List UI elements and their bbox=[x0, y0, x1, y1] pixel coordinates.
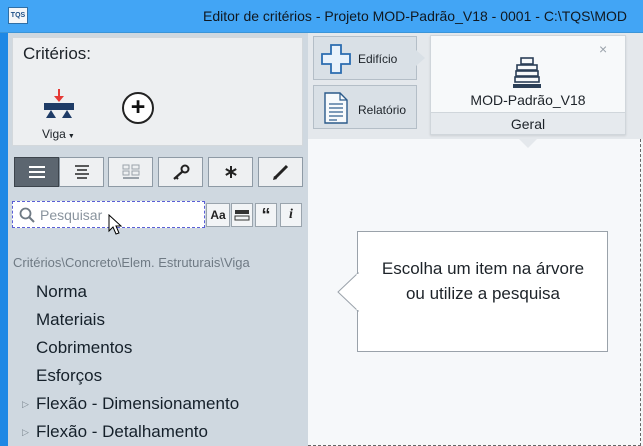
mouse-cursor-icon bbox=[108, 213, 123, 241]
document-icon bbox=[324, 92, 348, 124]
list-icon bbox=[28, 166, 45, 178]
window-title: Editor de critérios - Projeto MOD-Padrão… bbox=[203, 8, 628, 24]
view-grid-button[interactable] bbox=[108, 157, 153, 187]
key-icon bbox=[172, 164, 189, 180]
relatorio-button[interactable]: Relatório bbox=[313, 85, 417, 129]
whole-field-button[interactable] bbox=[231, 203, 253, 227]
search-icon bbox=[19, 207, 35, 223]
callout-pointer bbox=[337, 272, 359, 312]
tree-item-esforcos[interactable]: Esforços bbox=[36, 366, 102, 386]
grid-icon bbox=[122, 164, 139, 179]
info-button[interactable]: i bbox=[280, 203, 302, 227]
viga-label: Viga bbox=[42, 127, 66, 141]
view-detail-button[interactable] bbox=[59, 157, 104, 187]
tree-item-flexao-detalhamento[interactable]: Flexão - Detalhamento bbox=[36, 422, 208, 442]
quote-button[interactable]: “ bbox=[255, 203, 277, 227]
align-lines-icon bbox=[74, 165, 89, 179]
edit-button[interactable] bbox=[258, 157, 303, 187]
project-title: MOD-Padrão_V18 bbox=[470, 92, 586, 108]
tree-item-cobrimentos[interactable]: Cobrimentos bbox=[36, 338, 132, 358]
tree-item-flexao-dimensionamento[interactable]: Flexão - Dimensionamento bbox=[36, 394, 239, 414]
building-icon bbox=[512, 56, 542, 90]
tree-item-norma[interactable]: Norma bbox=[36, 282, 87, 302]
expand-arrow-icon[interactable]: ▷ bbox=[22, 399, 29, 410]
project-subtitle: Geral bbox=[431, 112, 625, 134]
viga-dropdown[interactable]: Viga ▼ bbox=[42, 127, 75, 141]
edificio-button[interactable]: Edifício bbox=[313, 36, 417, 80]
hint-text: Escolha um item na árvore ou utilize a p… bbox=[381, 259, 585, 303]
expand-arrow-icon[interactable]: ▷ bbox=[22, 427, 29, 438]
match-case-button[interactable]: Aa bbox=[206, 203, 230, 227]
app-icon[interactable]: TQS bbox=[8, 7, 28, 24]
selection-pointer bbox=[416, 50, 425, 66]
card-pointer bbox=[519, 139, 537, 148]
pencil-icon bbox=[272, 164, 288, 180]
beam-icon[interactable] bbox=[42, 88, 76, 124]
breadcrumb: Critérios\Concreto\Elem. Estruturais\Vig… bbox=[13, 255, 250, 270]
chevron-down-icon: ▼ bbox=[67, 133, 75, 140]
view-list-button[interactable] bbox=[14, 157, 59, 187]
tree-item-materiais[interactable]: Materiais bbox=[36, 310, 105, 330]
plus-cross-icon bbox=[321, 44, 351, 74]
criteria-heading: Critérios: bbox=[23, 44, 92, 63]
relatorio-label: Relatório bbox=[358, 103, 407, 117]
key-button[interactable] bbox=[158, 157, 203, 187]
add-button[interactable]: + bbox=[122, 92, 154, 124]
asterisk-button[interactable] bbox=[208, 157, 253, 187]
close-icon[interactable]: × bbox=[599, 41, 607, 57]
asterisk-icon bbox=[224, 166, 237, 178]
field-icon bbox=[234, 210, 250, 221]
edificio-label: Edifício bbox=[358, 52, 398, 66]
